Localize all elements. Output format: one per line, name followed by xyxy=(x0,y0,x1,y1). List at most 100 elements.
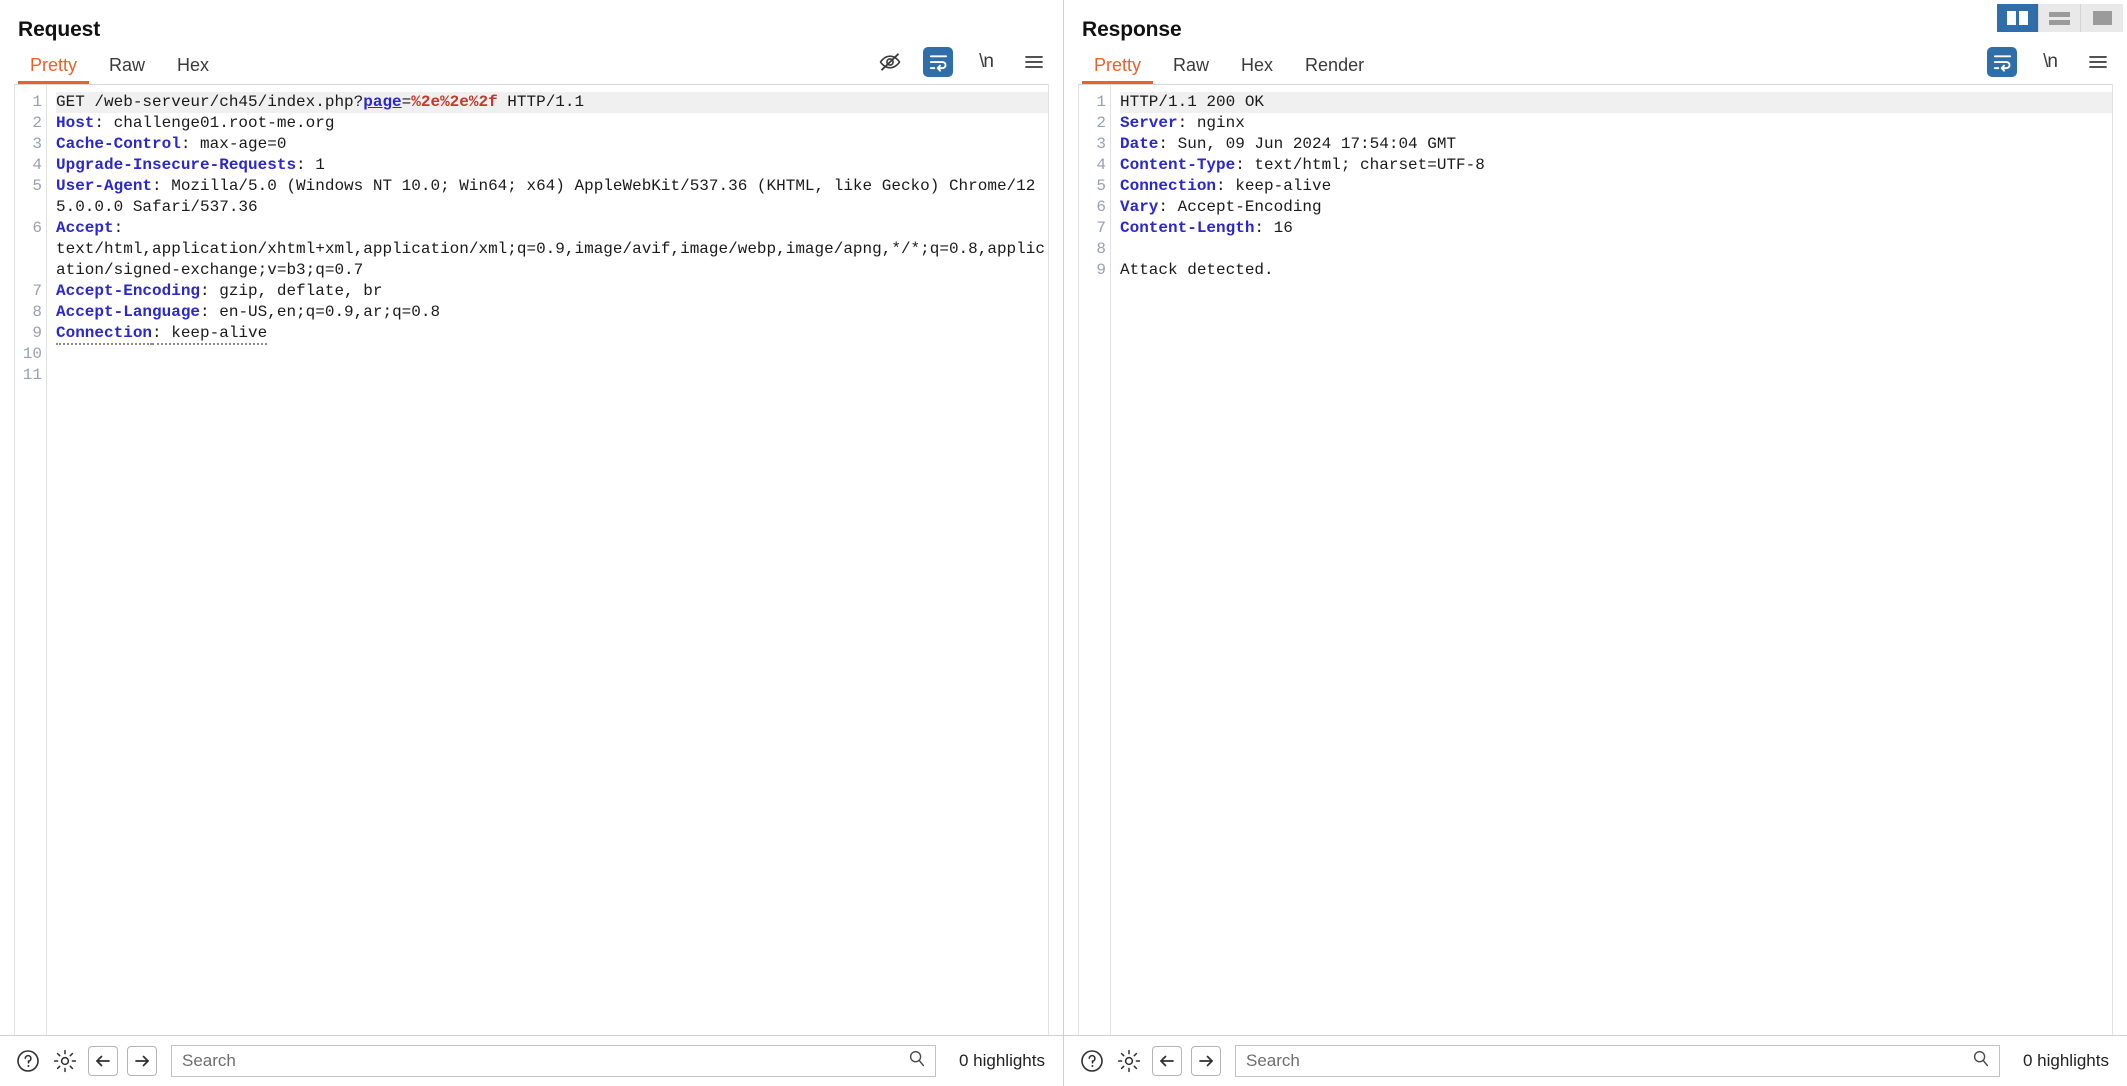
code-line: Cache-Control: max-age=0 xyxy=(56,134,1048,155)
line-number: 4 xyxy=(32,156,42,174)
code-token-val: : en-US,en;q=0.9,ar;q=0.8 xyxy=(200,303,441,321)
code-line: User-Agent: Mozilla/5.0 (Windows NT 10.0… xyxy=(56,176,1048,218)
code-token-hdr: Server xyxy=(1120,114,1178,132)
search-prev-button[interactable] xyxy=(1152,1046,1182,1076)
code-line: Accept-Encoding: gzip, deflate, br xyxy=(56,281,1048,302)
line-number: . xyxy=(15,197,46,218)
line-number: 7 xyxy=(32,282,42,300)
line-number: 11 xyxy=(22,366,42,384)
line-number: 6 xyxy=(1096,198,1106,216)
gear-icon[interactable] xyxy=(51,1047,79,1075)
line-number: 3 xyxy=(32,135,42,153)
response-search-input[interactable] xyxy=(1235,1045,2000,1077)
word-wrap-icon[interactable] xyxy=(1987,47,2017,77)
layout-single-pane-button[interactable] xyxy=(2081,4,2123,32)
line-number: 5 xyxy=(32,177,42,195)
search-prev-button[interactable] xyxy=(88,1046,118,1076)
response-tab-hex[interactable]: Hex xyxy=(1225,56,1289,84)
code-token-hdr: User-Agent xyxy=(56,177,153,195)
code-token-val: : 16 xyxy=(1254,219,1293,237)
editor-panes: Request Pretty Raw Hex \n 1 2 3 4 5 6 7 … xyxy=(0,0,2127,1036)
help-icon[interactable] xyxy=(14,1047,42,1075)
response-gutter: 1 2 3 4 5 6 7 8 9 xyxy=(1079,85,1111,1035)
response-tab-raw[interactable]: Raw xyxy=(1157,56,1225,84)
request-tab-hex[interactable]: Hex xyxy=(161,56,225,84)
code-token-val: : Mozilla/5.0 (Windows NT 10.0; Win64; x… xyxy=(56,177,1036,216)
code-token-hdr: Connection xyxy=(1120,177,1217,195)
response-tab-render[interactable]: Render xyxy=(1289,56,1380,84)
code-line: HTTP/1.1 200 OK xyxy=(1120,92,2112,113)
layout-split-horizontal-button[interactable] xyxy=(2039,4,2081,32)
code-token-hdr: Date xyxy=(1120,135,1159,153)
menu-icon[interactable] xyxy=(1019,47,1049,77)
response-tab-pretty[interactable]: Pretty xyxy=(1078,56,1157,84)
code-line: Accept: text/html,application/xhtml+xml,… xyxy=(56,218,1048,281)
newline-label: \n xyxy=(979,51,994,72)
line-number: 1 xyxy=(32,93,42,111)
split-horizontal-icon xyxy=(2049,11,2070,25)
request-search-input[interactable] xyxy=(171,1045,936,1077)
code-token-val: : nginx xyxy=(1177,114,1245,132)
request-highlight-count: 0 highlights xyxy=(958,1051,1045,1070)
line-number: . xyxy=(15,239,46,260)
line-number: 5 xyxy=(1096,177,1106,195)
line-number: . xyxy=(15,260,46,281)
eye-slash-icon[interactable] xyxy=(875,47,905,77)
code-token-val: : 1 xyxy=(296,156,325,174)
response-editor[interactable]: 123456789 HTTP/1.1 200 OK Server: nginx Da… xyxy=(1078,84,2113,1036)
code-token-val: HTTP/1.1 200 OK xyxy=(1120,93,1265,111)
code-line: Accept-Language: en-US,en;q=0.9,ar;q=0.8 xyxy=(56,302,1048,323)
code-token-val: : keep-alive xyxy=(152,324,268,345)
code-token-val: : text/html; charset=UTF-8 xyxy=(1235,156,1485,174)
code-token-hdr: Upgrade-Insecure-Requests xyxy=(56,156,297,174)
code-token-hdr: Vary xyxy=(1120,198,1159,216)
request-pane: Request Pretty Raw Hex \n 1 2 3 4 5 6 7 … xyxy=(0,0,1063,1036)
response-search-wrap xyxy=(1235,1045,2000,1077)
code-token-val: : gzip, deflate, br xyxy=(200,282,383,300)
request-gutter: 12345.6..7891011 xyxy=(15,85,47,1035)
request-tab-pretty[interactable]: Pretty xyxy=(14,56,93,84)
code-line: Connection: keep-alive xyxy=(56,323,1048,345)
code-token-val: : text/html,application/xhtml+xml,applic… xyxy=(56,219,1045,279)
request-code[interactable]: GET /web-serveur/ch45/index.php?page=%2e… xyxy=(47,85,1048,1035)
response-highlight-count: 0 highlights xyxy=(2022,1051,2109,1070)
code-token-hdr: Accept-Language xyxy=(56,303,201,321)
line-number: 8 xyxy=(32,303,42,321)
code-token-val: HTTP/1.1 xyxy=(497,93,585,111)
line-number: 4 xyxy=(1096,156,1106,174)
request-tab-raw[interactable]: Raw xyxy=(93,56,161,84)
gear-icon[interactable] xyxy=(1115,1047,1143,1075)
newline-icon[interactable]: \n xyxy=(971,47,1001,77)
line-number: 9 xyxy=(32,324,42,342)
request-toolbar: \n xyxy=(875,47,1049,77)
code-token-val: Attack detected. xyxy=(1120,261,1274,279)
help-icon[interactable] xyxy=(1078,1047,1106,1075)
menu-icon[interactable] xyxy=(2083,47,2113,77)
code-line: Attack detected. xyxy=(1120,260,2112,281)
code-token-val: : Sun, 09 Jun 2024 17:54:04 GMT xyxy=(1158,135,1457,153)
line-number: 6 xyxy=(32,219,42,237)
footer-bars: 0 highlights xyxy=(0,1035,2127,1086)
response-tabs: Pretty Raw Hex Render \n xyxy=(1064,42,2127,84)
line-number: 9 xyxy=(1096,261,1106,279)
response-code[interactable]: HTTP/1.1 200 OK Server: nginx Date: Sun, 0… xyxy=(1111,85,2112,1035)
newline-icon[interactable]: \n xyxy=(2035,47,2065,77)
code-line: Server: nginx xyxy=(1120,113,2112,134)
layout-split-vertical-button[interactable] xyxy=(1997,4,2039,32)
line-number: 2 xyxy=(1096,114,1106,132)
search-next-button[interactable] xyxy=(1191,1046,1221,1076)
code-token-hdr: Content-Type xyxy=(1120,156,1236,174)
request-editor[interactable]: 12345.6..7891011 GET /web-serveur/ch45/i… xyxy=(14,84,1049,1036)
search-next-button[interactable] xyxy=(127,1046,157,1076)
line-number: 2 xyxy=(32,114,42,132)
code-line: Date: Sun, 09 Jun 2024 17:54:04 GMT xyxy=(1120,134,2112,155)
code-token-hdr: Connection xyxy=(56,324,153,345)
code-line: Upgrade-Insecure-Requests: 1 xyxy=(56,155,1048,176)
word-wrap-icon[interactable] xyxy=(923,47,953,77)
newline-label: \n xyxy=(2043,51,2058,72)
code-token-hdr: Accept-Encoding xyxy=(56,282,201,300)
layout-mode-buttons xyxy=(1997,4,2123,32)
response-panel-title: Response xyxy=(1082,18,1182,41)
